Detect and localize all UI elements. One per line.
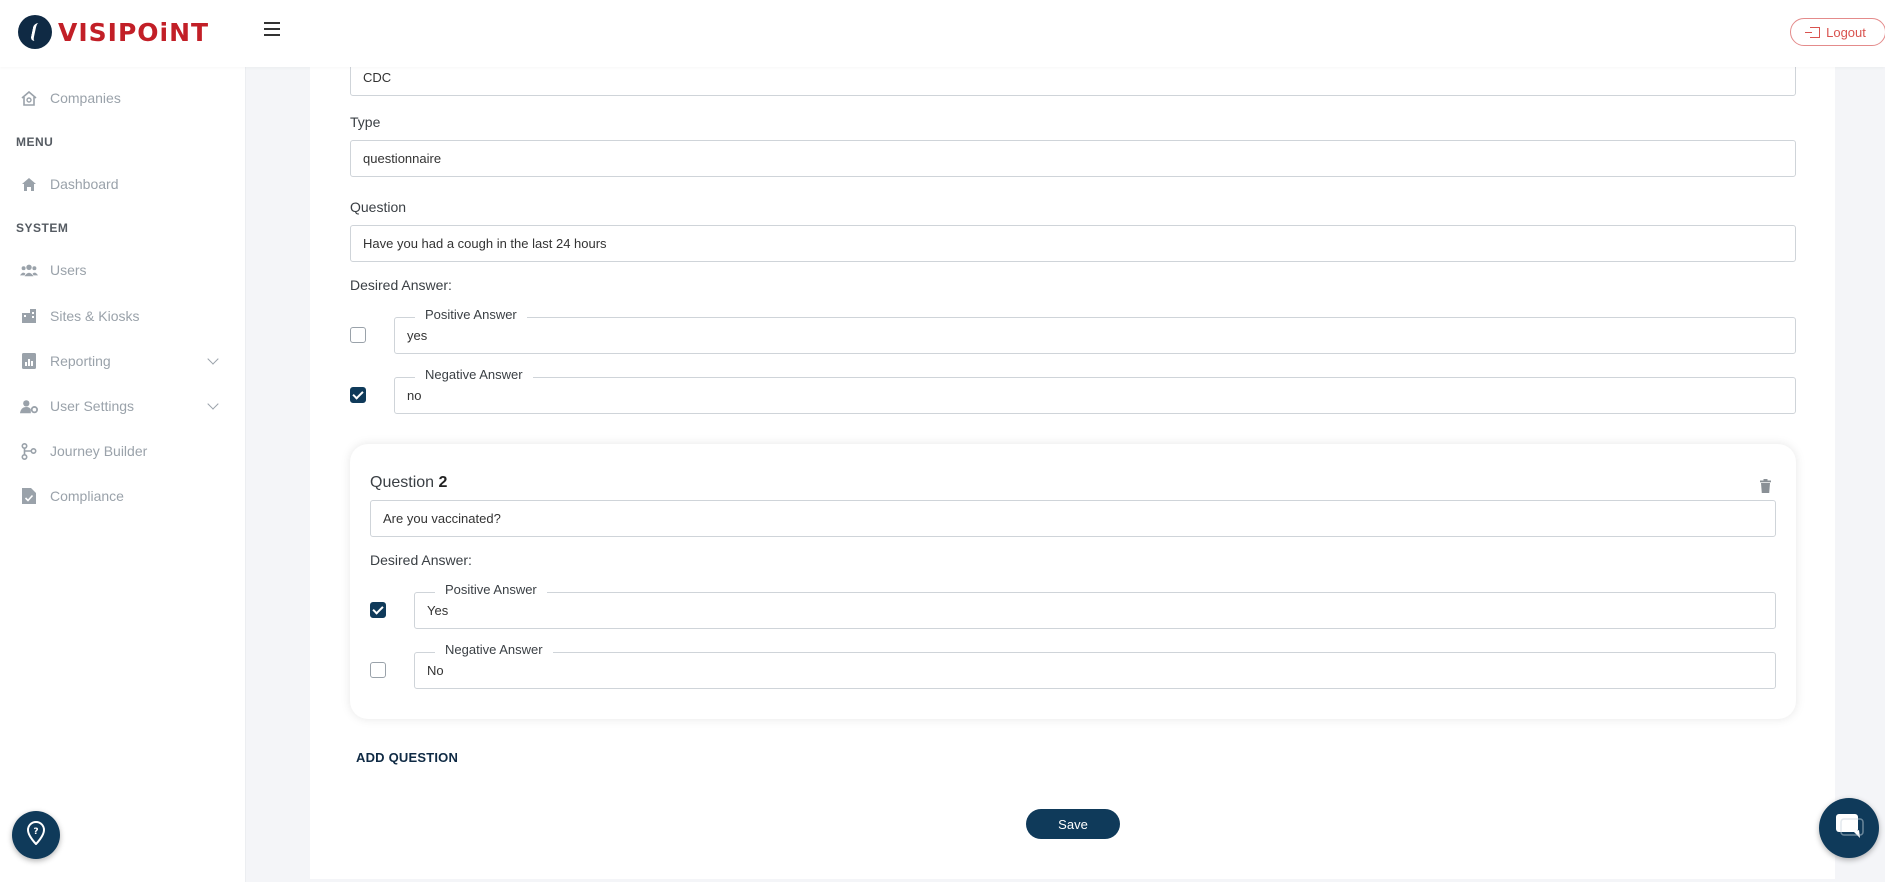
desired-answer-label: Desired Answer: [370, 552, 472, 568]
positive-answer-field[interactable]: Positive Answer Yes [414, 582, 1776, 629]
positive-answer-legend: Positive Answer [435, 582, 547, 597]
help-button[interactable]: ? [12, 811, 60, 859]
logout-button[interactable]: Logout [1790, 18, 1885, 46]
positive-answer-field[interactable]: Positive Answer yes [394, 307, 1796, 354]
negative-answer-checkbox[interactable] [370, 662, 386, 678]
trash-icon[interactable] [1760, 479, 1771, 493]
type-label: Type [350, 114, 381, 130]
sidebar-item-label: User Settings [50, 398, 135, 414]
negative-answer-value: no [407, 388, 422, 403]
sidebar-item-users[interactable]: Users [20, 259, 87, 281]
sidebar-item-label: Users [50, 262, 87, 278]
positive-answer-value: yes [407, 328, 428, 343]
negative-answer-field[interactable]: Negative Answer no [394, 367, 1796, 414]
positive-answer-checkbox[interactable] [370, 602, 386, 618]
question-number: 2 [438, 474, 448, 491]
system-heading: SYSTEM [16, 221, 69, 235]
negative-answer-value: No [427, 663, 444, 678]
logout-label: Logout [1826, 24, 1866, 40]
type-input[interactable]: questionnaire [350, 140, 1796, 177]
sidebar-item-dashboard[interactable]: Dashboard [20, 173, 119, 195]
type-value: questionnaire [363, 151, 442, 166]
sidebar-item-label: Reporting [50, 353, 111, 369]
save-button[interactable]: Save [1026, 809, 1120, 839]
sidebar-item-label: Sites & Kiosks [50, 308, 140, 324]
name-value: CDC [363, 70, 392, 85]
question-input[interactable]: Have you had a cough in the last 24 hour… [350, 225, 1796, 262]
question-2-value: Are you vaccinated? [383, 511, 501, 526]
top-bar: VISIPOiNT Logout [0, 0, 1885, 67]
sidebar-item-user-settings[interactable]: User Settings [20, 395, 134, 417]
building-icon [20, 308, 38, 324]
desired-answer-label: Desired Answer: [350, 277, 452, 293]
home-outline-icon [20, 90, 38, 106]
question-title-prefix: Question [370, 474, 435, 491]
branch-icon [20, 442, 38, 460]
question-2-card: Question 2 Are you vaccinated? Desired A… [350, 444, 1796, 719]
negative-answer-legend: Negative Answer [435, 642, 553, 657]
svg-text:?: ? [33, 827, 38, 837]
negative-answer-checkbox[interactable] [350, 387, 366, 403]
sidebar-item-label: Companies [50, 90, 121, 106]
negative-answer-legend: Negative Answer [415, 367, 533, 382]
sidebar-item-label: Journey Builder [50, 443, 148, 459]
question-2-title: Question 2 [370, 474, 447, 492]
logout-icon [1805, 26, 1821, 38]
positive-answer-value: Yes [427, 603, 449, 618]
logo-text: VISIPOiNT [58, 17, 210, 47]
home-icon [20, 176, 38, 192]
sidebar: Companies MENU Dashboard SYSTEM Users Si… [0, 67, 246, 882]
sidebar-item-companies[interactable]: Companies [20, 87, 121, 109]
logo-mark-icon [18, 15, 52, 49]
add-question-button[interactable]: ADD QUESTION [356, 750, 458, 765]
positive-answer-legend: Positive Answer [415, 307, 527, 322]
map-pin-question-icon: ? [26, 820, 46, 850]
users-icon [20, 262, 38, 278]
brand-logo[interactable]: VISIPOiNT [18, 14, 209, 50]
sidebar-item-label: Dashboard [50, 176, 119, 192]
chevron-down-icon[interactable] [207, 353, 219, 365]
chevron-down-icon[interactable] [207, 398, 219, 410]
negative-answer-field[interactable]: Negative Answer No [414, 642, 1776, 689]
sidebar-item-compliance[interactable]: Compliance [20, 485, 124, 507]
menu-heading: MENU [16, 135, 54, 149]
file-check-icon [20, 488, 38, 504]
chat-button[interactable] [1819, 798, 1879, 858]
chat-icon [1834, 812, 1864, 845]
question-value: Have you had a cough in the last 24 hour… [363, 236, 607, 251]
sidebar-item-journey-builder[interactable]: Journey Builder [20, 440, 147, 462]
sidebar-item-sites-kiosks[interactable]: Sites & Kiosks [20, 305, 139, 327]
question-2-input[interactable]: Are you vaccinated? [370, 500, 1776, 537]
question-label: Question [350, 199, 407, 215]
sidebar-item-label: Compliance [50, 488, 124, 504]
sidebar-item-reporting[interactable]: Reporting [20, 350, 111, 372]
user-gear-icon [20, 398, 38, 414]
positive-answer-checkbox[interactable] [350, 327, 366, 343]
report-icon [20, 353, 38, 369]
menu-toggle-icon[interactable] [264, 22, 280, 36]
